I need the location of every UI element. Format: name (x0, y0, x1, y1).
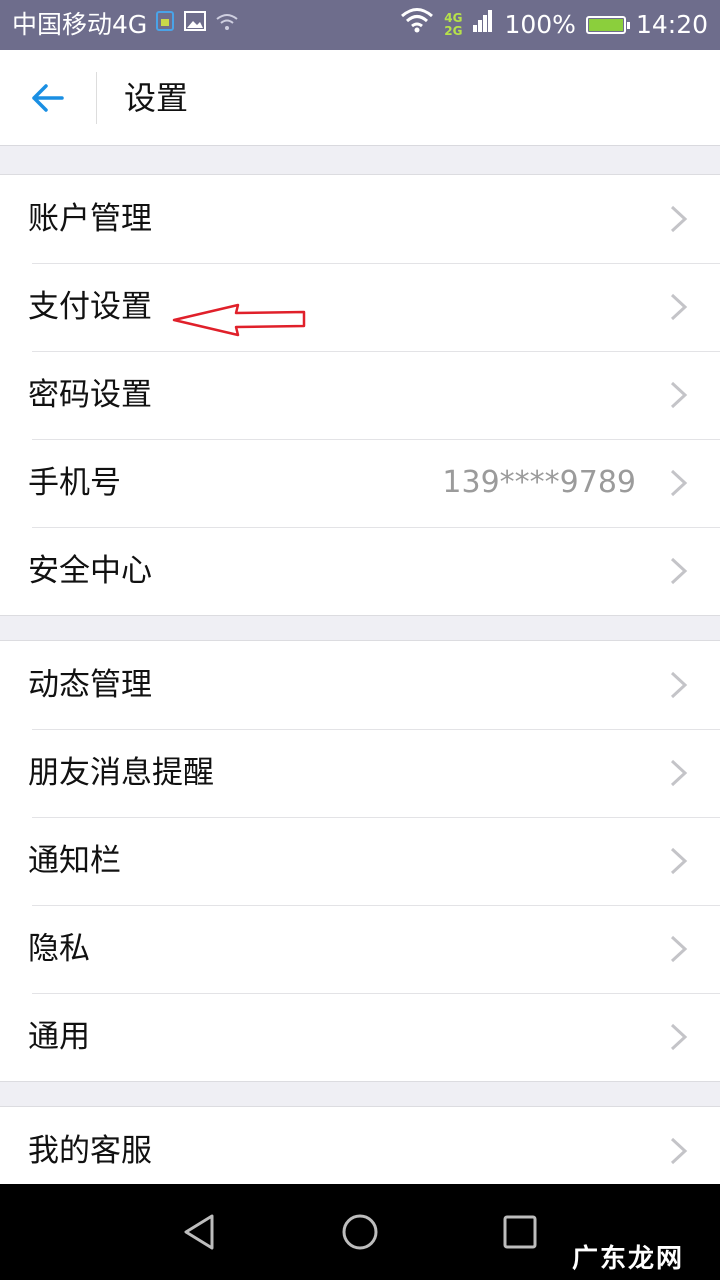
chevron-right-icon (670, 205, 688, 233)
item-label: 动态管理 (28, 667, 152, 703)
square-recents-icon (503, 1215, 537, 1249)
item-label: 密码设置 (28, 377, 152, 413)
signal-icon (472, 0, 494, 50)
item-label: 账户管理 (28, 201, 152, 237)
chevron-right-icon (670, 293, 688, 321)
item-label: 支付设置 (28, 289, 152, 325)
chevron-right-icon (670, 935, 688, 963)
top-app-bar: 设置 (0, 50, 720, 146)
wifi-icon (400, 0, 434, 50)
page-title: 设置 (124, 79, 189, 117)
net-2g-label: 2G (444, 24, 463, 38)
sim-icon (155, 0, 175, 50)
item-label: 安全中心 (28, 553, 152, 589)
chevron-right-icon (670, 557, 688, 585)
item-label: 通知栏 (28, 843, 121, 879)
nav-recents-button[interactable] (496, 1208, 544, 1256)
wifi-small-icon (215, 0, 239, 50)
settings-item-my-customer-service[interactable]: 我的客服 (0, 1107, 720, 1184)
carrier-label: 中国移动4G (12, 10, 148, 39)
settings-item-security-center[interactable]: 安全中心 (0, 527, 720, 615)
nav-back-button[interactable] (176, 1208, 224, 1256)
header-divider (96, 72, 97, 124)
watermark-text: 广东龙网 (571, 1244, 684, 1274)
battery-percent: 100% (504, 10, 576, 39)
item-label: 朋友消息提醒 (28, 755, 214, 791)
settings-item-notification-bar[interactable]: 通知栏 (0, 817, 720, 905)
phone-number-value: 139****9789 (442, 465, 636, 500)
settings-item-friend-notifications[interactable]: 朋友消息提醒 (0, 729, 720, 817)
settings-item-payment-settings[interactable]: 支付设置 (0, 263, 720, 351)
status-left: 中国移动4G (12, 0, 239, 50)
chevron-right-icon (670, 1023, 688, 1051)
chevron-right-icon (670, 1137, 688, 1165)
settings-group-account: 账户管理 支付设置 密码设置 手机号 139****9789 安全中心 (0, 174, 720, 616)
settings-item-phone-number[interactable]: 手机号 139****9789 (0, 439, 720, 527)
settings-item-password-settings[interactable]: 密码设置 (0, 351, 720, 439)
settings-group-general: 动态管理 朋友消息提醒 通知栏 隐私 通用 (0, 640, 720, 1082)
settings-item-privacy[interactable]: 隐私 (0, 905, 720, 993)
triangle-back-icon (184, 1214, 214, 1250)
item-label: 手机号 (28, 465, 121, 501)
back-button[interactable] (24, 74, 72, 122)
status-right: 4G 2G 100% 14:20 (400, 0, 708, 50)
clock: 14:20 (635, 10, 708, 39)
settings-item-account-management[interactable]: 账户管理 (0, 175, 720, 263)
settings-group-support: 我的客服 (0, 1106, 720, 1184)
battery-icon (585, 16, 630, 34)
item-label: 隐私 (28, 931, 90, 967)
settings-item-general[interactable]: 通用 (0, 993, 720, 1081)
nav-home-button[interactable] (336, 1208, 384, 1256)
chevron-right-icon (670, 759, 688, 787)
circle-home-icon (342, 1214, 378, 1250)
annotation-arrow-icon (172, 303, 306, 337)
chevron-right-icon (670, 469, 688, 497)
image-icon (183, 0, 207, 50)
network-type-labels: 4G 2G (444, 12, 462, 38)
status-bar: 中国移动4G 4G 2G 100% 14:20 (0, 0, 720, 50)
chevron-right-icon (670, 847, 688, 875)
item-label: 我的客服 (28, 1133, 152, 1169)
settings-item-moments-management[interactable]: 动态管理 (0, 641, 720, 729)
arrow-left-icon (32, 84, 64, 112)
chevron-right-icon (670, 381, 688, 409)
chevron-right-icon (670, 671, 688, 699)
item-label: 通用 (28, 1019, 90, 1055)
